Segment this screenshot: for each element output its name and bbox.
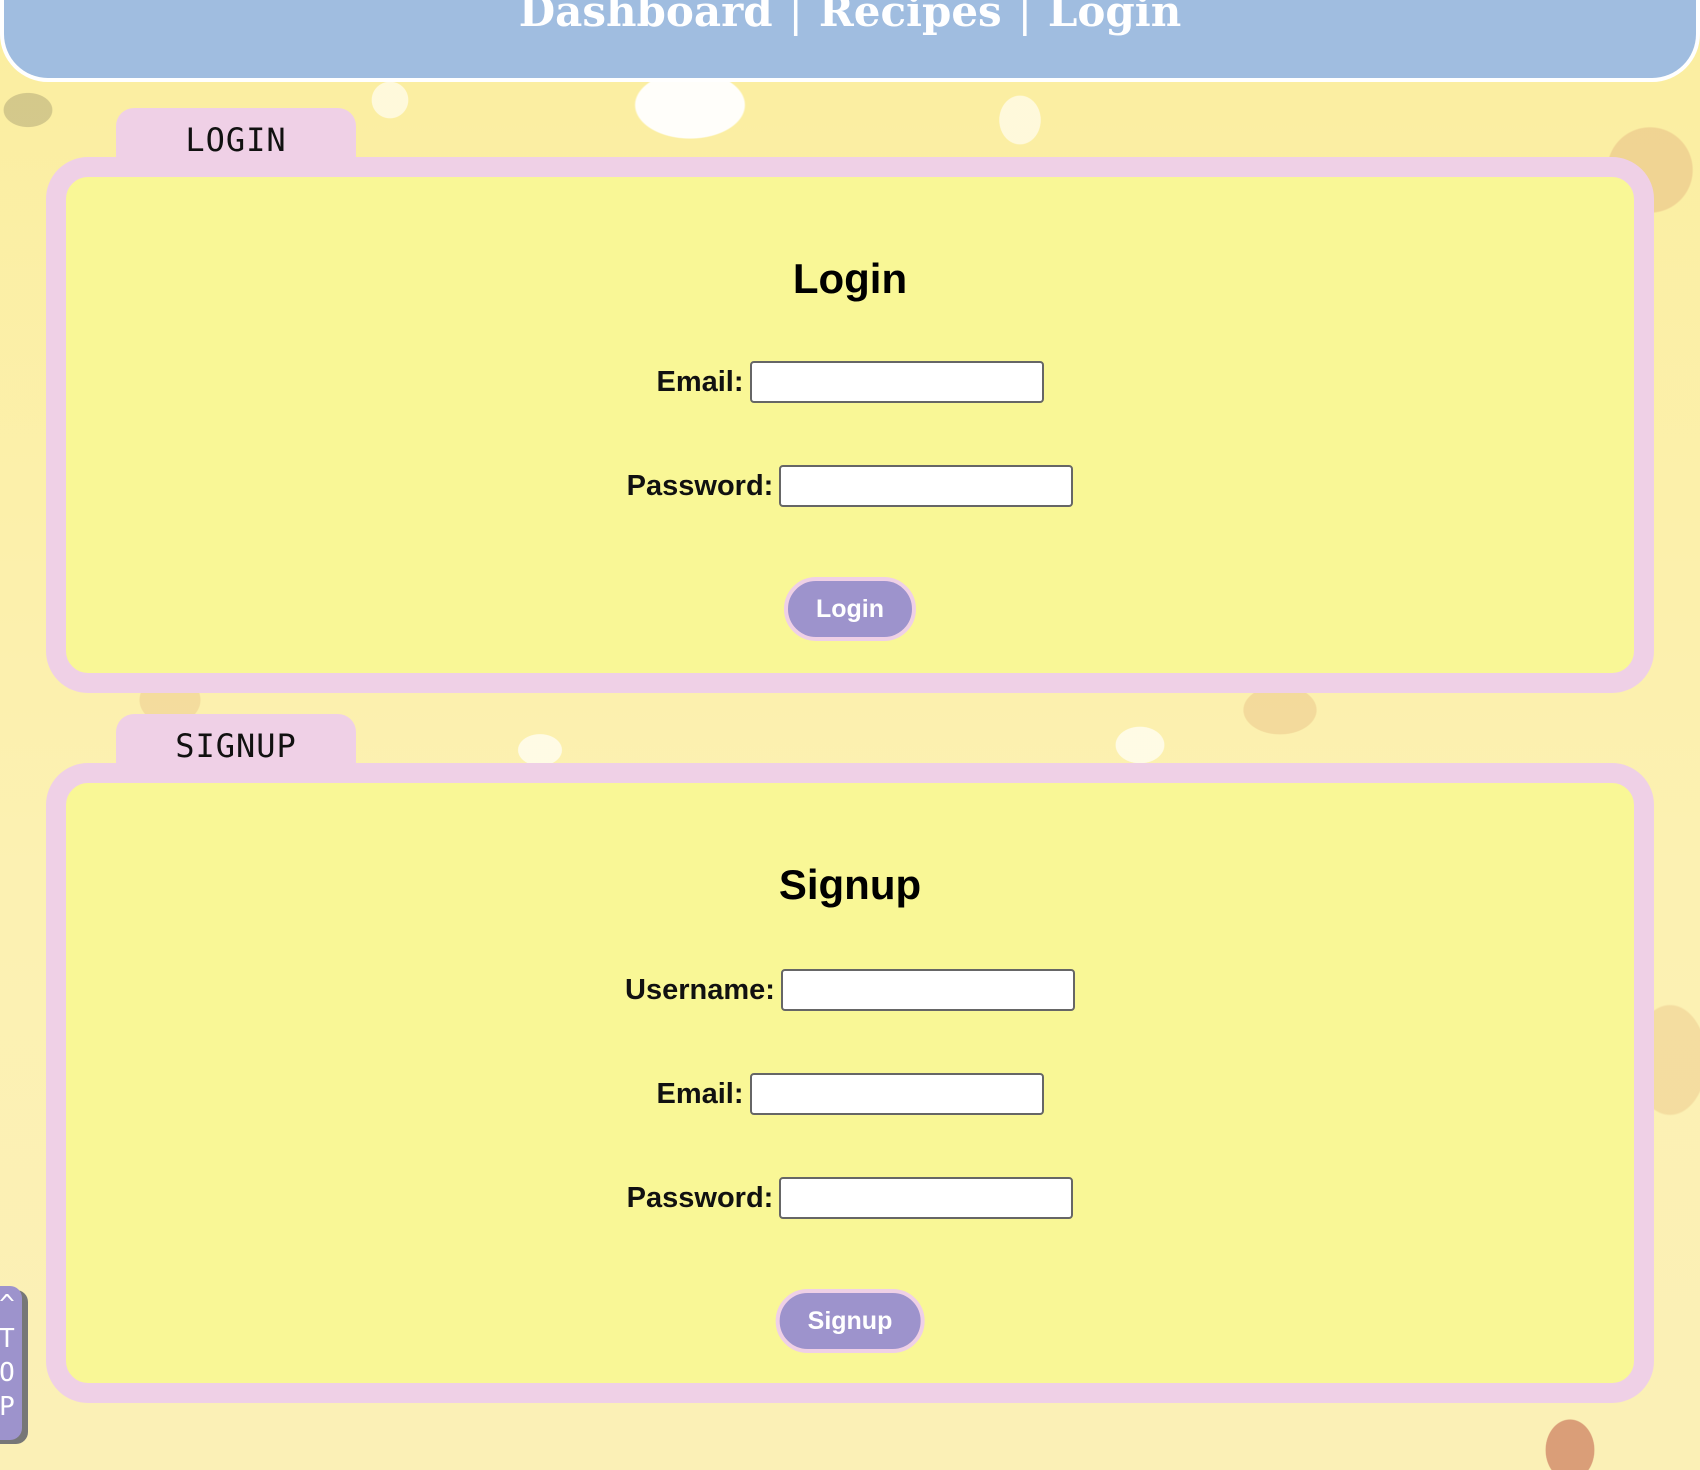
signup-password-row: Password: [66,1177,1634,1219]
login-email-label: Email: [656,365,744,398]
signup-password-label: Password: [626,1181,774,1214]
nav-link-login[interactable]: Login [1048,0,1181,34]
signup-email-label: Email: [656,1077,744,1110]
signup-title: Signup [778,861,922,908]
login-password-row: Password: [66,465,1634,507]
login-email-input[interactable] [749,361,1044,403]
nav-link-dashboard[interactable]: Dashboard [519,0,773,34]
signup-username-row: Username: [66,969,1634,1011]
nav-separator: | [1017,0,1032,36]
login-button[interactable]: Login [783,577,917,641]
top-nav-bar: Dashboard | Recipes | Login [0,0,1700,82]
nav-links: Dashboard | Recipes | Login [4,0,1696,34]
signup-username-label: Username: [625,973,775,1006]
signup-tab-label: SIGNUP [116,714,356,770]
nav-separator: | [788,0,803,36]
login-password-input[interactable] [779,465,1074,507]
login-title: Login [792,255,908,302]
signup-email-input[interactable] [749,1073,1044,1115]
back-to-top-letter: O [0,1358,15,1388]
signup-password-input[interactable] [779,1177,1074,1219]
nav-link-recipes[interactable]: Recipes [819,0,1002,34]
back-to-top-button[interactable]: ^ T O P [0,1286,22,1440]
login-password-label: Password: [626,469,774,502]
login-tab-label: LOGIN [116,108,356,164]
up-caret-icon: ^ [0,1290,15,1320]
login-email-row: Email: [66,361,1634,403]
back-to-top-letter: T [0,1324,15,1354]
back-to-top-letter: P [0,1392,15,1422]
signup-button[interactable]: Signup [775,1289,925,1353]
login-card: Login Email: Password: Login [46,157,1654,693]
signup-card: Signup Username: Email: Password: Signup [46,763,1654,1403]
signup-username-input[interactable] [780,969,1075,1011]
signup-email-row: Email: [66,1073,1634,1115]
